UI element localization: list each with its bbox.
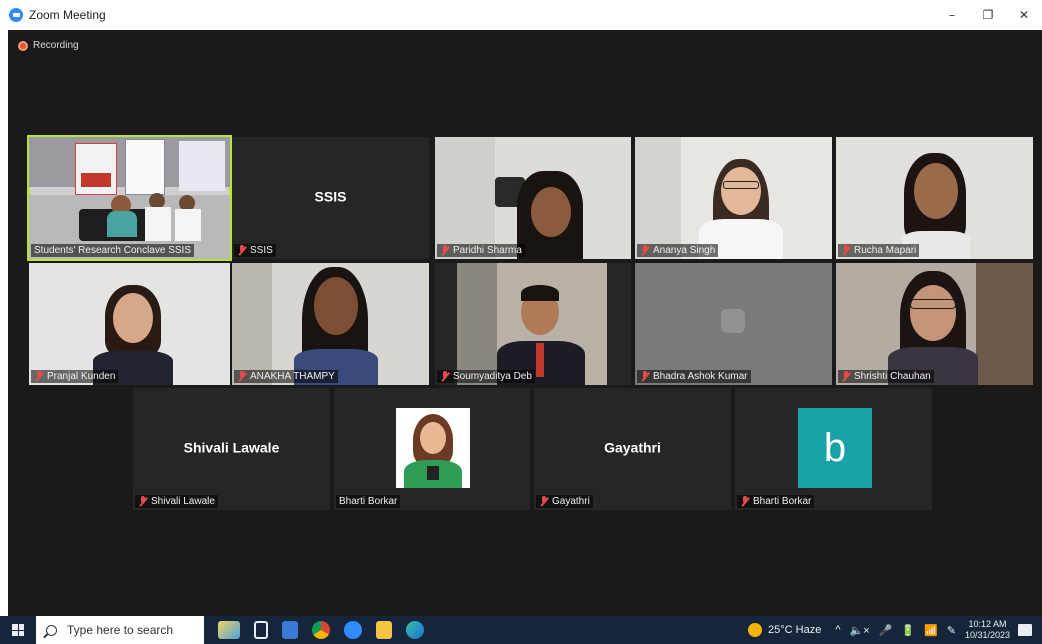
participant-name: Students' Research Conclave SSIS [31,244,194,257]
file-explorer-icon[interactable] [376,621,392,639]
bhadra-video [635,263,832,385]
participant-display-name: Gayathri [604,439,661,456]
recording-icon [18,40,28,51]
mic-muted-icon [640,371,650,382]
minimize-button[interactable]: – [934,0,970,30]
microphone-icon[interactable]: 🎤 [879,624,893,637]
window-controls: – ❐ ✕ [934,0,1042,30]
video-tile-paridhi-sharma[interactable]: Paridhi Sharma [435,137,631,259]
mic-muted-icon [34,371,44,382]
weather-widget[interactable]: 25°C Haze [748,623,821,637]
task-view-icon[interactable] [254,621,268,639]
store-icon[interactable] [282,621,298,639]
temperature: 25°C [768,624,793,636]
weather-condition: Haze [795,624,822,636]
restore-button[interactable]: ❐ [970,0,1006,30]
pranjal-video [29,263,230,385]
windows-icon [12,624,24,636]
mic-muted-icon [237,245,247,256]
video-tile-shivali-lawale[interactable]: Shivali Lawale Shivali Lawale [133,388,330,510]
zoom-icon [9,8,23,22]
mic-muted-icon [740,496,750,507]
windows-taskbar: Type here to search 25°C Haze ^ 🔈× 🎤 🔋 📶… [0,616,1042,644]
clock[interactable]: 10:12 AM 10/31/2023 [965,619,1010,641]
edge-icon[interactable] [406,621,424,639]
recording-indicator[interactable]: Recording [18,40,79,51]
participant-name: ANAKHA THAMPY [234,370,338,383]
mic-muted-icon [841,245,851,256]
system-tray: 25°C Haze ^ 🔈× 🎤 🔋 📶 ✎ 10:12 AM 10/31/20… [748,616,1042,644]
paridhi-video [435,137,631,259]
zoom-app-icon[interactable] [344,621,362,639]
video-tile-bharti-borkar[interactable]: Bharti Borkar [334,388,530,510]
taskbar-search[interactable]: Type here to search [36,616,204,644]
participant-name: Bhadra Ashok Kumar [637,370,751,383]
shrishti-video [836,263,1033,385]
soumyaditya-video [435,263,631,385]
participant-name: Bharti Borkar [336,495,401,508]
conclave-video [29,137,230,259]
avatar [396,408,470,488]
window-title: Zoom Meeting [29,8,106,22]
mic-muted-icon [539,496,549,507]
time: 10:12 AM [968,619,1007,629]
video-tile-anakha-thampy[interactable]: ANAKHA THAMPY [232,263,429,385]
mic-muted-icon [440,245,450,256]
wifi-icon[interactable]: 📶 [924,624,938,637]
mic-muted-icon [640,245,650,256]
participant-name: Shrishti Chauhan [838,370,934,383]
notification-icon[interactable] [1018,624,1032,636]
window-titlebar: Zoom Meeting – ❐ ✕ [0,0,1042,30]
search-icon [46,624,57,636]
weather-icon [748,623,762,637]
battery-icon[interactable]: 🔋 [901,624,915,637]
participant-name: Shivali Lawale [135,495,218,508]
participant-name: Rucha Mapari [838,244,920,257]
participant-name: Soumyaditya Deb [437,370,535,383]
video-tile-rucha-mapari[interactable]: Rucha Mapari [836,137,1033,259]
participant-name: Pranjal Kunden [31,370,119,383]
mic-muted-icon [138,496,148,507]
mic-muted-icon [841,371,851,382]
video-tile-pranjal-kunden[interactable]: Pranjal Kunden [29,263,230,385]
close-button[interactable]: ✕ [1006,0,1042,30]
mic-muted-icon [440,371,450,382]
anakha-video [232,263,429,385]
participant-name: Bharti Borkar [737,495,815,508]
video-tile-soumyaditya-deb[interactable]: Soumyaditya Deb [435,263,631,385]
participant-name: Paridhi Sharma [437,244,525,257]
recording-label: Recording [33,40,79,51]
pen-icon[interactable]: ✎ [947,624,956,637]
video-tile-ssis[interactable]: SSIS SSIS [232,137,429,259]
start-button[interactable] [0,616,36,644]
video-tile-ananya-singh[interactable]: Ananya Singh [635,137,832,259]
participant-display-name: SSIS [314,188,347,205]
volume-muted-icon[interactable]: 🔈× [850,624,870,637]
participant-display-name: Shivali Lawale [183,439,280,456]
participant-name: SSIS [234,244,276,257]
video-tile-shrishti-chauhan[interactable]: Shrishti Chauhan [836,263,1033,385]
chevron-up-icon[interactable]: ^ [835,624,840,636]
participant-name: Ananya Singh [637,244,719,257]
video-tile-gayathri[interactable]: Gayathri Gayathri [534,388,731,510]
rucha-video [836,137,1033,259]
participant-name: Gayathri [536,495,593,508]
chrome-icon[interactable] [312,621,330,639]
ananya-video [635,137,832,259]
news-widget-icon[interactable] [218,621,240,639]
mic-muted-icon [237,371,247,382]
video-tile-bhadra-ashok-kumar[interactable]: Bhadra Ashok Kumar [635,263,832,385]
avatar: b [798,408,872,488]
video-tile-bharti-borkar-2[interactable]: b Bharti Borkar [735,388,932,510]
meeting-gallery: Recording Students' Research Conclave SS… [8,30,1042,616]
video-tile-conclave[interactable]: Students' Research Conclave SSIS [27,135,232,261]
date: 10/31/2023 [964,630,1010,640]
search-placeholder: Type here to search [67,623,174,637]
